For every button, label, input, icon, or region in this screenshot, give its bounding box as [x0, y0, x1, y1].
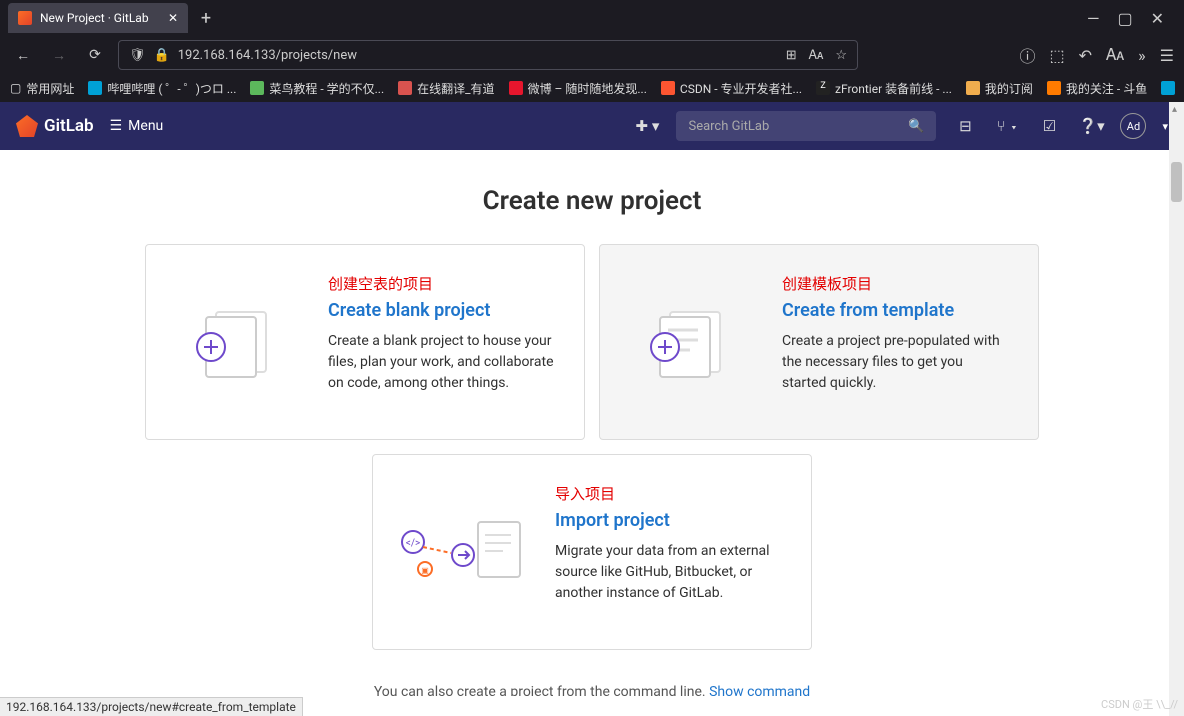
todos-icon[interactable]: ☑ [1036, 117, 1062, 135]
folder-icon: ▢ [10, 81, 21, 95]
svg-text:</>: </> [406, 538, 420, 549]
forward-icon[interactable]: → [46, 47, 72, 64]
search-input[interactable]: Search GitLab 🔍 [676, 111, 936, 141]
bookmark-subscribe[interactable]: 我的订阅 [966, 80, 1033, 97]
bookmark-bilibili[interactable]: 哔哩哔哩 ( ゜- ゜)つロ ... [88, 80, 236, 97]
user-avatar[interactable]: Ad [1120, 113, 1146, 139]
qr-icon[interactable]: ⊞ [786, 48, 797, 63]
watermark: CSDN @王 \\_// [1101, 696, 1178, 712]
annotation: 创建模板项目 [782, 273, 1010, 294]
chevron-down-icon[interactable]: ▾ [1162, 120, 1168, 133]
menu-button[interactable]: ☰ Menu [110, 118, 164, 134]
card-description: Migrate your data from an external sourc… [555, 541, 783, 604]
card-title: Create from template [782, 300, 1010, 321]
card-blank-project[interactable]: 创建空表的项目 Create blank project Create a bl… [145, 244, 585, 440]
site-icon [661, 81, 675, 95]
lock-icon: 🔒 [154, 48, 170, 63]
hamburger-icon: ☰ [110, 118, 123, 134]
translate2-icon[interactable]: 🗛 [1106, 45, 1124, 65]
bookmark-douyu[interactable]: 我的关注 - 斗鱼 [1047, 80, 1147, 97]
nav-bar: ← → ⟳ 🛡 🔒 192.168.164.133/projects/new ⊞… [0, 36, 1184, 74]
scrollbar[interactable]: ▴ [1169, 102, 1184, 716]
show-command-link[interactable]: Show command [709, 684, 810, 696]
gitlab-logo[interactable]: GitLab [16, 115, 94, 137]
site-icon: Z [816, 81, 830, 95]
undo-icon[interactable]: ↶ [1079, 46, 1092, 65]
translate-icon[interactable]: 🗛 [809, 48, 824, 63]
maximize-icon[interactable]: ▢ [1117, 9, 1132, 28]
annotation: 创建空表的项目 [328, 273, 556, 294]
scroll-thumb[interactable] [1171, 162, 1182, 202]
search-icon: 🔍 [908, 119, 924, 134]
template-icon [620, 273, 760, 411]
gitlab-logo-icon [16, 115, 38, 137]
bookmark-weibo[interactable]: 微博 – 随时随地发现... [509, 80, 647, 97]
scroll-up-icon[interactable]: ▴ [1172, 104, 1177, 115]
help-icon[interactable]: ❔▾ [1078, 117, 1104, 135]
shield-icon: 🛡 [129, 48, 146, 63]
site-icon [1047, 81, 1061, 95]
extension-icon[interactable]: ⬚ [1050, 46, 1065, 65]
site-icon [966, 81, 980, 95]
close-window-icon[interactable]: ✕ [1151, 9, 1164, 28]
url-bar[interactable]: 🛡 🔒 192.168.164.133/projects/new ⊞ 🗛 ☆ [118, 40, 858, 70]
card-title: Import project [555, 510, 783, 531]
site-icon [250, 81, 264, 95]
bookmark-zfrontier[interactable]: ZzFrontier 装备前线 - ... [816, 80, 952, 97]
tab-bar: New Project · GitLab ✕ + — ▢ ✕ [0, 0, 1184, 36]
bookmarks-bar: ▢常用网址 哔哩哔哩 ( ゜- ゜)つロ ... 菜鸟教程 - 学的不仅... … [0, 74, 1184, 102]
bookmark-runoob[interactable]: 菜鸟教程 - 学的不仅... [250, 80, 384, 97]
status-bar: 192.168.164.133/projects/new#create_from… [0, 697, 303, 716]
info-icon[interactable]: ⓘ [1019, 43, 1035, 67]
new-tab-button[interactable]: + [192, 4, 220, 32]
card-from-template[interactable]: 创建模板项目 Create from template Create a pro… [599, 244, 1039, 440]
hamburger-icon[interactable]: ☰ [1160, 46, 1174, 65]
gitlab-header: GitLab ☰ Menu ✚ ▾ Search GitLab 🔍 ⊟ ⑂ ▾ … [0, 102, 1184, 150]
page-content: Create new project 创建空表的项目 Create blank … [0, 150, 1184, 696]
site-icon [88, 81, 102, 95]
minimize-icon[interactable]: — [1087, 9, 1100, 28]
import-icon: </> ▣ [393, 483, 533, 621]
gitlab-favicon-icon [18, 11, 32, 25]
tab-title: New Project · GitLab [40, 11, 149, 25]
url-text: 192.168.164.133/projects/new [178, 48, 357, 63]
issues-icon[interactable]: ⊟ [952, 117, 978, 135]
bookmark-youdao[interactable]: 在线翻译_有道 [398, 80, 494, 97]
footer-text: You can also create a project from the c… [0, 684, 1184, 696]
merge-requests-icon[interactable]: ⑂ ▾ [994, 117, 1020, 135]
reload-icon[interactable]: ⟳ [82, 47, 108, 63]
card-description: Create a project pre-populated with the … [782, 331, 1010, 394]
card-description: Create a blank project to house your fil… [328, 331, 556, 394]
bookmark-folder[interactable]: ▢常用网址 [10, 80, 74, 97]
site-icon [398, 81, 412, 95]
site-icon [1161, 81, 1175, 95]
overflow-icon[interactable]: » [1138, 46, 1146, 65]
close-icon[interactable]: ✕ [168, 11, 178, 25]
bookmark-csdn[interactable]: CSDN - 专业开发者社... [661, 80, 802, 97]
annotation: 导入项目 [555, 483, 783, 504]
plus-dropdown[interactable]: ✚ ▾ [634, 117, 660, 135]
card-import-project[interactable]: </> ▣ 导入项目 Import project Migrate your da… [372, 454, 812, 650]
back-icon[interactable]: ← [10, 47, 36, 64]
blank-project-icon [166, 273, 306, 411]
page-title: Create new project [0, 186, 1184, 216]
site-icon [509, 81, 523, 95]
star-icon[interactable]: ☆ [835, 48, 847, 63]
browser-tab[interactable]: New Project · GitLab ✕ [8, 3, 188, 33]
svg-text:▣: ▣ [421, 566, 429, 575]
bookmark-linux[interactable]: 【Linux三剑客】下架... [1161, 80, 1184, 97]
card-title: Create blank project [328, 300, 556, 321]
